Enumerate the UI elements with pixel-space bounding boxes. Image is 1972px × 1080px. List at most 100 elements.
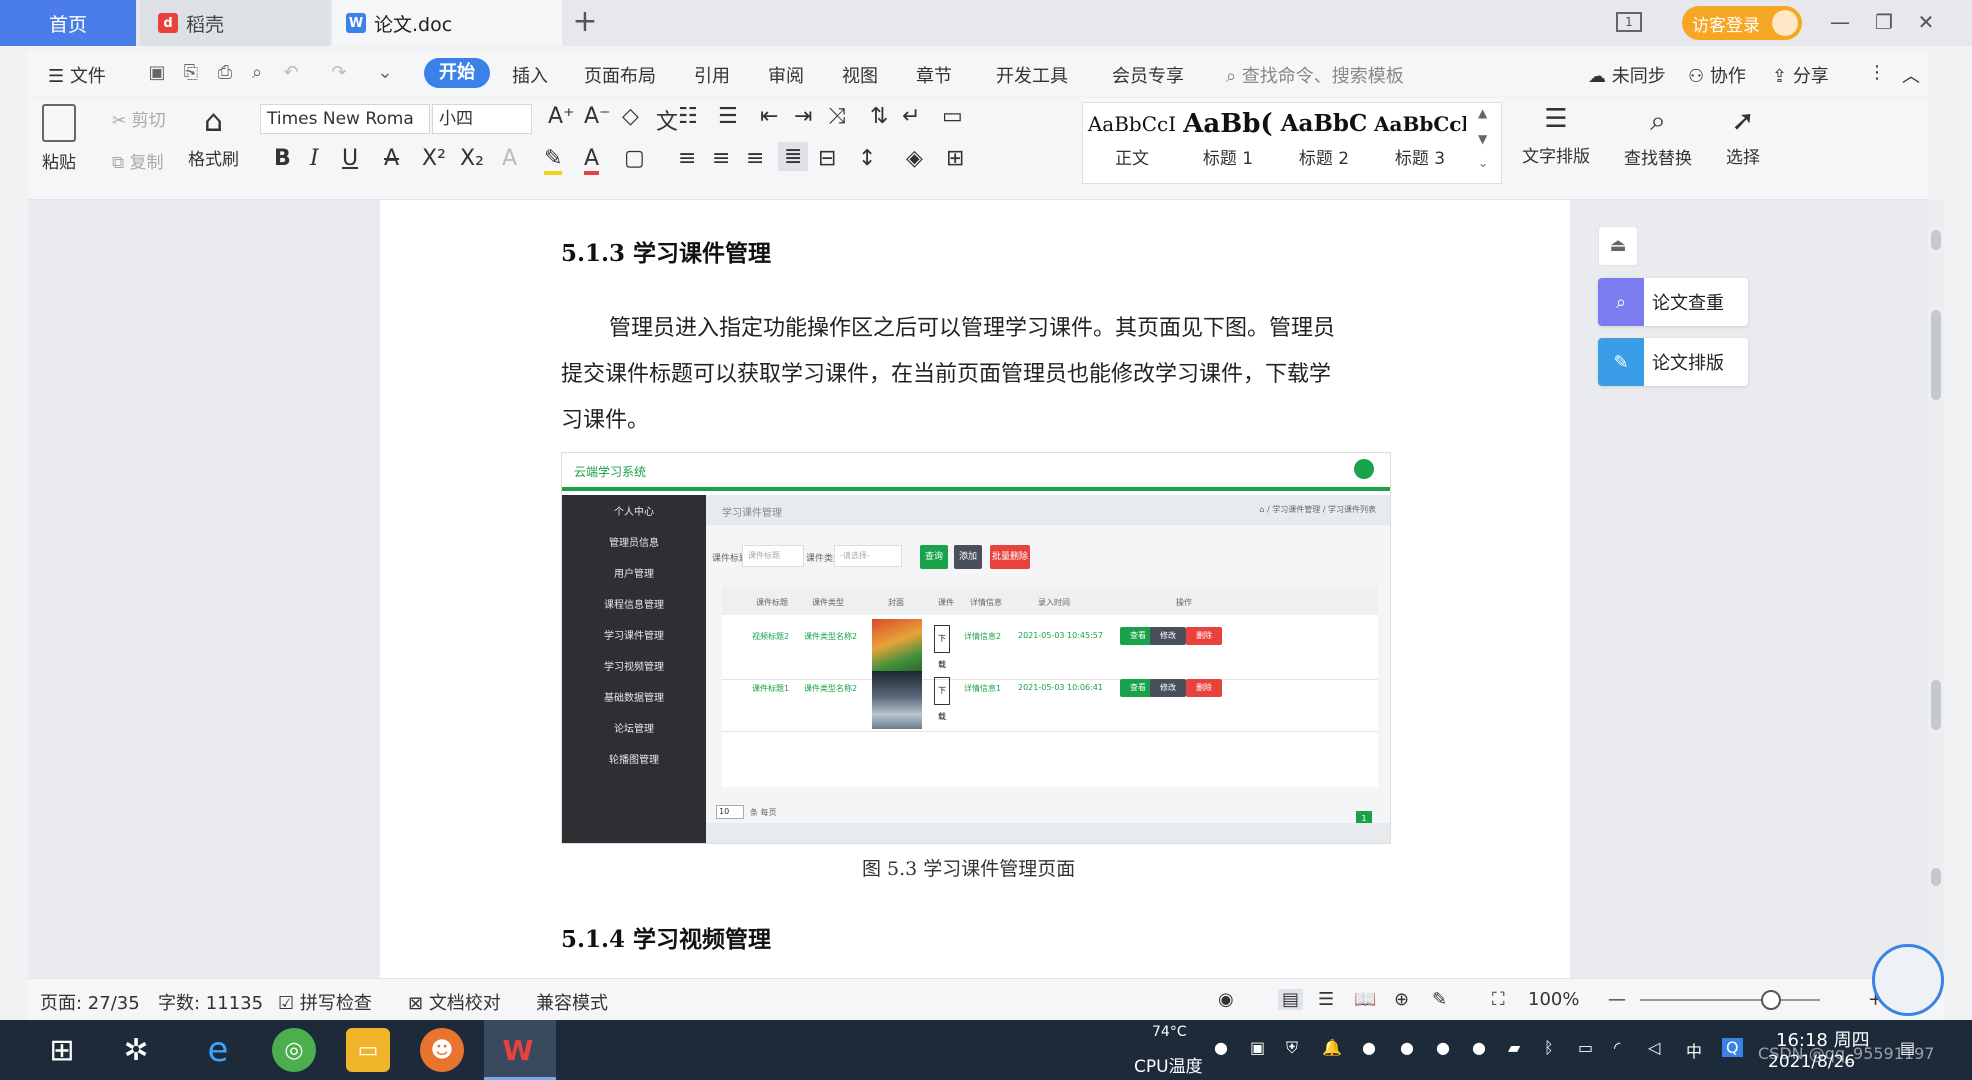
tab-view[interactable]: 视图 [842, 62, 878, 88]
zoom-slider-thumb[interactable] [1761, 990, 1781, 1010]
bold-icon[interactable]: B [274, 146, 291, 171]
line-spacing-icon[interactable]: ↕ [858, 146, 876, 171]
subscript-icon[interactable]: X₂ [460, 146, 484, 171]
shield-icon[interactable]: ⛨ [1286, 1038, 1298, 1058]
vertical-scrollbar[interactable] [1928, 200, 1944, 978]
nvidia-icon[interactable]: ▰ [1508, 1038, 1520, 1057]
text-layout-button[interactable]: ☰ 文字排版 [1522, 104, 1590, 167]
scrollbar-marker[interactable] [1931, 680, 1941, 730]
tab-dev-tools[interactable]: 开发工具 [996, 62, 1068, 88]
tab-home[interactable]: 首页 [0, 0, 136, 46]
layout-toggle-icon[interactable]: 1 [1616, 12, 1642, 32]
underline-icon[interactable]: U [342, 146, 358, 171]
collapse-ribbon-icon[interactable]: ︿ [1902, 62, 1920, 88]
embedded-screenshot-image[interactable]: 云端学习系统 个人中心 管理员信息 用户管理 课程信息管理 学习课件管理 学习视… [561, 452, 1391, 844]
paper-layout-button[interactable]: ✎ 论文排版 [1598, 338, 1748, 386]
style-heading-3[interactable]: AaBbCcl 标题 3 [1374, 104, 1466, 182]
italic-icon[interactable]: I [310, 146, 319, 171]
qq-browser-icon[interactable]: Q [1722, 1038, 1743, 1057]
new-tab-button[interactable]: + [568, 6, 602, 40]
find-replace-button[interactable]: ⌕ 查找替换 [1624, 104, 1692, 169]
tab-insert[interactable]: 插入 [512, 62, 548, 88]
menu-file[interactable]: ☰ 文件 [48, 62, 106, 88]
clear-format-icon[interactable]: ◇ [622, 104, 639, 129]
print-icon[interactable]: ⎙ [214, 62, 236, 84]
write-mode-icon[interactable]: ✎ [1432, 989, 1447, 1010]
minimize-button[interactable]: — [1826, 8, 1854, 36]
print-preview-icon[interactable]: ⌕ [246, 62, 268, 84]
numbered-list-icon[interactable]: ☰ [718, 104, 738, 129]
reading-view-icon[interactable]: 📖 [1354, 989, 1376, 1010]
paper-check-button[interactable]: ⌕ 论文查重 [1598, 278, 1748, 326]
assistant-avatar-icon[interactable] [1872, 944, 1944, 1016]
paste-button[interactable]: 粘贴 [42, 104, 76, 173]
copy-button[interactable]: ⧉ 复制 [112, 148, 164, 173]
highlight-icon[interactable]: ✎ [544, 146, 563, 175]
zoom-out-button[interactable]: — [1608, 989, 1626, 1010]
page-view-icon[interactable]: ▤ [1278, 989, 1304, 1010]
char-border-icon[interactable]: ▢ [624, 146, 645, 171]
volume-icon[interactable]: ◁ [1648, 1038, 1660, 1057]
chinese-layout-icon[interactable]: ⤨ [828, 104, 846, 129]
cut-button[interactable]: ✂ 剪切 [112, 106, 166, 131]
bluetooth-icon[interactable]: ᛒ [1544, 1038, 1554, 1057]
customize-chevron-icon[interactable]: ⌄ [374, 62, 396, 84]
shrink-font-icon[interactable]: A⁻ [584, 104, 611, 129]
decrease-indent-icon[interactable]: ⇤ [760, 104, 778, 129]
sync-status[interactable]: ☁ 未同步 [1588, 62, 1666, 88]
windows-start-icon[interactable]: ⊞ [40, 1028, 84, 1072]
tray-app-icon[interactable]: ● [1400, 1038, 1414, 1057]
font-name-select[interactable]: Times New Roma [260, 104, 430, 134]
shading-icon[interactable]: ◈ [906, 146, 923, 171]
gallery-down-icon[interactable]: ▼ [1478, 132, 1487, 146]
phonetic-guide-icon[interactable]: 文 [656, 104, 678, 136]
scroll-up-icon[interactable] [1931, 230, 1941, 250]
style-heading-1[interactable]: AaBb( 标题 1 [1182, 104, 1274, 182]
tray-app-icon[interactable]: ● [1214, 1038, 1228, 1057]
superscript-icon[interactable]: X² [422, 146, 446, 171]
ime-indicator[interactable]: 中 [1686, 1038, 1702, 1062]
style-normal[interactable]: AaBbCcI 正文 [1086, 104, 1178, 182]
share-button[interactable]: ⇪ 分享 [1772, 62, 1829, 88]
notification-bell-icon[interactable]: 🔔 [1322, 1038, 1342, 1057]
font-color-icon[interactable]: A [584, 146, 600, 175]
web-view-icon[interactable]: ⊕ [1394, 989, 1409, 1010]
tab-reference[interactable]: 引用 [694, 62, 730, 88]
ruler-icon[interactable]: ▭ [942, 104, 963, 129]
strikethrough-icon[interactable]: A [384, 146, 399, 171]
ie-browser-icon[interactable]: e [196, 1028, 240, 1072]
tab-daoke[interactable]: d 稻壳 [140, 0, 330, 46]
tab-chapter[interactable]: 章节 [916, 62, 952, 88]
select-button[interactable]: ➚ 选择 [1726, 104, 1760, 168]
align-center-icon[interactable]: ≡ [712, 146, 730, 171]
save-icon[interactable]: ▣ [146, 62, 168, 84]
zoom-slider[interactable] [1640, 999, 1820, 1001]
file-explorer-icon[interactable]: ▭ [346, 1028, 390, 1072]
page-indicator[interactable]: 页面: 27/35 [40, 989, 140, 1015]
spellcheck-button[interactable]: ☑ 拼写检查 [278, 989, 372, 1015]
grow-font-icon[interactable]: A⁺ [548, 104, 575, 129]
bullet-list-icon[interactable]: ☷ [678, 104, 698, 129]
tab-start[interactable]: 开始 [424, 58, 490, 88]
doc-check-button[interactable]: ⊠ 文档校对 [408, 989, 501, 1015]
borders-icon[interactable]: ⊞ [946, 146, 964, 171]
more-icon[interactable]: ⋮ [1868, 62, 1886, 83]
gallery-more-icon[interactable]: ⌄ [1478, 156, 1488, 170]
text-effect-icon[interactable]: A [502, 146, 517, 171]
guest-login-button[interactable]: 访客登录 [1682, 6, 1802, 40]
wps-office-icon[interactable]: W [496, 1028, 540, 1072]
redo-icon[interactable]: ↷ [328, 62, 350, 84]
app-mascot-icon[interactable]: ☻ [420, 1028, 464, 1072]
tray-app-icon[interactable]: ● [1472, 1038, 1486, 1057]
gallery-up-icon[interactable]: ▲ [1478, 106, 1487, 120]
tab-page-layout[interactable]: 页面布局 [584, 62, 656, 88]
fit-page-icon[interactable]: ⛶ [1492, 989, 1505, 1010]
zoom-level[interactable]: 100% [1528, 989, 1579, 1010]
export-icon[interactable]: ⎘ [180, 62, 202, 84]
eye-protection-icon[interactable]: ◉ [1218, 989, 1234, 1010]
wifi-icon[interactable]: ◜ [1614, 1038, 1620, 1057]
undo-icon[interactable]: ↶ [280, 62, 302, 84]
increase-indent-icon[interactable]: ⇥ [794, 104, 812, 129]
command-search-input[interactable]: ⌕ 查找命令、搜索模板 [1226, 62, 1404, 88]
sort-icon[interactable]: ⇅ [870, 104, 888, 129]
